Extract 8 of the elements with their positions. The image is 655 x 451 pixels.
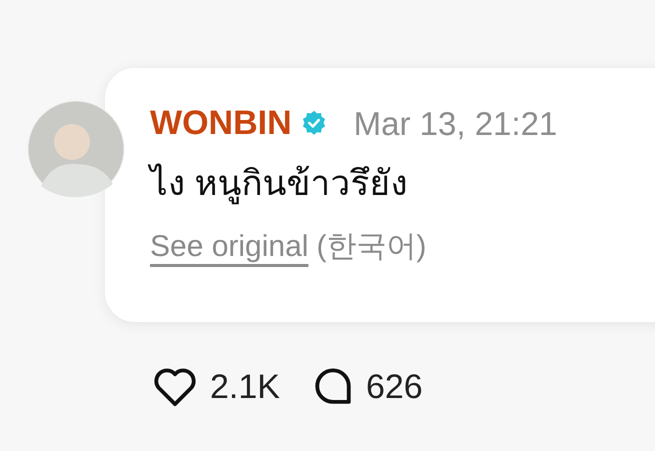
timestamp: Mar 13, 21:21	[354, 106, 558, 140]
author-name[interactable]: WONBIN	[150, 106, 292, 140]
heart-icon[interactable]	[152, 367, 198, 407]
count-label: 626	[366, 370, 423, 404]
comment-text: ไง หนูกินข้าวรึยัง	[150, 162, 655, 206]
see-original-link[interactable]: See original	[150, 224, 308, 269]
language-label: (한국어)	[316, 228, 426, 265]
count-label: 2.1K	[210, 370, 280, 404]
